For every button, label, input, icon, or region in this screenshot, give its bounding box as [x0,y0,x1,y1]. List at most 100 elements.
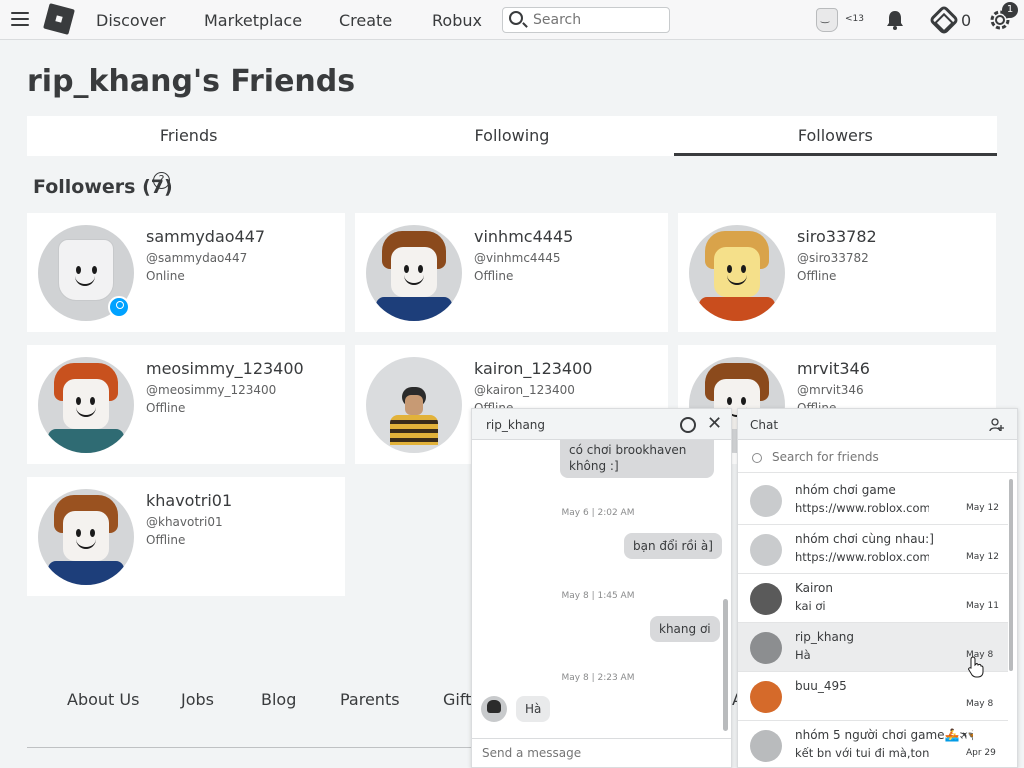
close-icon[interactable]: ✕ [707,413,722,434]
conversation-title[interactable]: rip_khang [486,418,545,432]
message-timestamp: May 8 | 1:45 AM [561,591,635,601]
chat-date: Apr 29 [966,748,996,758]
search-input[interactable] [533,11,663,29]
search-icon [509,11,523,25]
chat-avatar [750,632,782,664]
chat-date: May 8 [966,699,994,709]
search-icon [752,453,762,463]
chat-name: Kairon [795,581,833,595]
footer-link-blog[interactable]: Blog [261,690,296,709]
chat-name: buu_495 [795,679,847,693]
chat-list-scrollbar[interactable] [1009,479,1013,671]
follower-card[interactable]: sammydao447 @sammydao447 Online [27,213,345,332]
follower-status: Offline [797,269,837,283]
chat-date: May 12 [966,503,999,513]
message-text: bạn đổi rồi à] [633,539,713,553]
nav-create[interactable]: Create [339,11,392,30]
avatar[interactable] [38,489,134,585]
message-text: có chơi brookhaven [569,443,687,457]
follower-card[interactable]: meosimmy_123400 @meosimmy_123400 Offline [27,345,345,464]
message-input[interactable] [482,746,718,760]
footer-link-jobs[interactable]: Jobs [181,690,214,709]
conversation-settings-gear-icon[interactable] [680,417,696,433]
menu-icon[interactable] [11,12,29,27]
avatar[interactable] [366,357,462,453]
chat-list-item[interactable]: Kairon kai ơi May 11 [738,574,1008,623]
conversation-window: rip_khang ✕ có chơi brookhaven không :] … [471,408,732,768]
message-timestamp: May 8 | 2:23 AM [561,673,635,683]
avatar[interactable] [689,225,785,321]
chat-search [738,441,1017,473]
message-timestamp: May 6 | 2:02 AM [561,508,635,518]
follower-name[interactable]: sammydao447 [146,227,265,246]
chat-name: nhóm chơi game [795,483,896,497]
footer-link-gift[interactable]: Gift [443,690,471,709]
chat-list-item[interactable]: nhóm chơi cùng nhau:] https://www.roblox… [738,525,1008,574]
follower-status: Offline [474,269,514,283]
chat-list-item[interactable]: nhóm chơi game https://www.roblox.com/g … [738,476,1008,525]
message-text: không :] [569,459,619,473]
chat-name: nhóm 5 người chơi game🚣🛪🦋🌙 [795,728,973,742]
message-text: khang ơi [659,622,711,636]
top-navigation-bar: Discover Marketplace Create Robux <13 0 … [0,0,1024,40]
settings-badge: 1 [1002,2,1018,18]
message-bubble: Hà [516,696,551,722]
follower-name[interactable]: kairon_123400 [474,359,592,378]
sender-avatar[interactable] [481,696,507,722]
conversation-scrollbar[interactable] [723,599,728,731]
follower-status: Offline [146,401,186,415]
nav-discover[interactable]: Discover [96,11,166,30]
user-avatar[interactable] [816,8,838,32]
search-box[interactable] [502,7,670,33]
chat-date: May 11 [966,601,999,611]
robux-count: 0 [961,11,972,30]
follower-status: Online [146,269,185,283]
chat-list-item[interactable]: nhóm 5 người chơi game🚣🛪🦋🌙 kết bn với tu… [738,721,1008,768]
follower-name[interactable]: mrvit346 [797,359,870,378]
follower-card[interactable]: vinhmc4445 @vinhmc4445 Offline [355,213,668,332]
tab-following[interactable]: Following [350,116,673,156]
nav-robux[interactable]: Robux [432,11,482,30]
friend-search-input[interactable] [772,450,1002,464]
follower-handle: @meosimmy_123400 [146,383,277,397]
nav-marketplace[interactable]: Marketplace [204,11,302,30]
follower-handle: @kairon_123400 [474,383,575,397]
follower-handle: @sammydao447 [146,251,248,265]
pointer-hand-cursor-icon [968,656,984,678]
tab-followers[interactable]: Followers [673,116,998,156]
chat-preview: https://www.roblox.com/g [795,501,929,515]
chat-panel: Chat nhóm chơi game https://www.roblox.c… [737,408,1018,768]
follower-name[interactable]: siro33782 [797,227,877,246]
follower-name[interactable]: vinhmc4445 [474,227,573,246]
online-status-icon [108,296,130,318]
section-title: Followers (7) [33,176,173,198]
avatar[interactable] [38,357,134,453]
follower-name[interactable]: meosimmy_123400 [146,359,304,378]
age-tag: <13 [845,14,864,24]
chat-avatar [750,681,782,713]
follower-name[interactable]: khavotri01 [146,491,232,510]
robux-icon[interactable] [928,4,960,36]
avatar[interactable] [366,225,462,321]
roblox-logo[interactable] [43,3,75,35]
follower-status: Offline [146,533,186,547]
chat-avatar [750,583,782,615]
chat-preview: kai ơi [795,599,826,613]
follower-handle: @vinhmc4445 [474,251,561,265]
footer-link-about[interactable]: About Us [67,690,139,709]
add-friends-icon[interactable] [989,417,1005,433]
follower-card[interactable]: khavotri01 @khavotri01 Offline [27,477,345,596]
page-title: rip_khang's Friends [27,64,356,99]
tab-friends[interactable]: Friends [27,116,350,156]
message-composer [472,738,731,768]
help-icon[interactable]: ? [153,172,170,189]
message-text: Hà [525,702,542,716]
footer-link-parents[interactable]: Parents [340,690,400,709]
chat-date: May 12 [966,552,999,562]
chat-list-item[interactable]: buu_495 May 8 [738,672,1008,721]
follower-card[interactable]: siro33782 @siro33782 Offline [678,213,996,332]
chat-preview: Hà [795,648,811,662]
notification-bell-icon[interactable] [884,9,906,31]
chat-name: rip_khang [795,630,855,644]
follower-handle: @khavotri01 [146,515,223,529]
